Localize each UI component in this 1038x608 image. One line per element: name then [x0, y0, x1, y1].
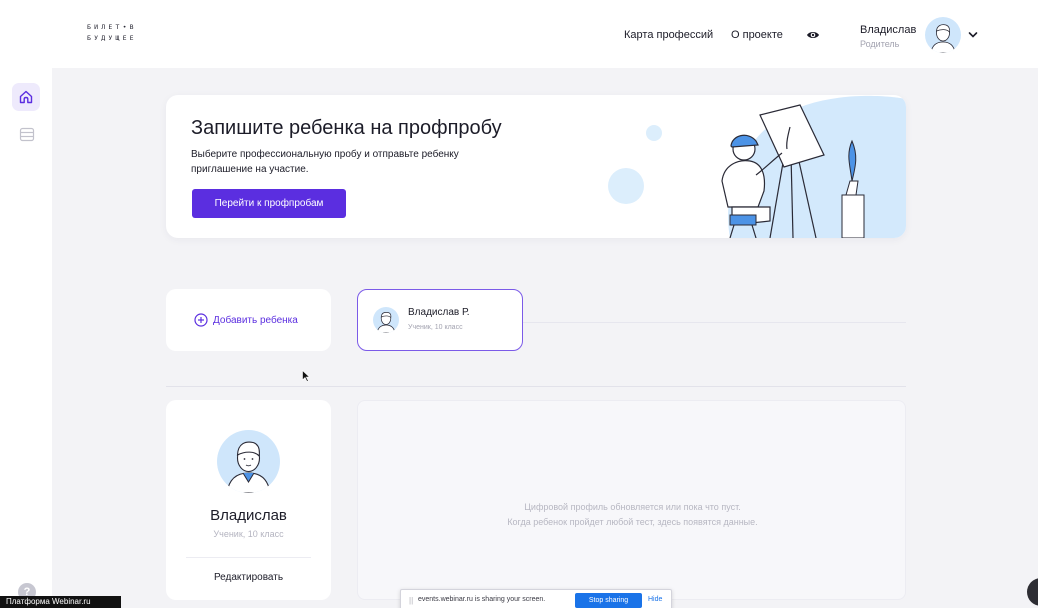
rail-home-button[interactable]: [12, 83, 40, 111]
child-profile-card: Владислав Ученик, 10 класс Редактировать: [166, 400, 331, 600]
child-name: Владислав Р.: [408, 307, 470, 318]
corner-floating-button[interactable]: [1027, 578, 1038, 606]
profile-grade: Ученик, 10 класс: [213, 529, 284, 539]
digital-profile-empty-line-2: Когда ребенок пройдет любой тест, здесь …: [507, 517, 758, 527]
left-rail: [0, 68, 52, 608]
plus-circle-icon: [194, 313, 208, 327]
nav-link-about[interactable]: О проекте: [731, 29, 783, 41]
stop-sharing-button[interactable]: Stop sharing: [575, 593, 642, 608]
calendar-icon[interactable]: [19, 126, 35, 142]
nav-link-professions-map[interactable]: Карта профессий: [624, 29, 713, 41]
logo[interactable]: БИЛЕТ•В БУДУЩЕЕ: [87, 22, 137, 44]
section-divider: [166, 386, 906, 387]
decor-circle-small: [646, 125, 662, 141]
user-name[interactable]: Владислав: [860, 24, 916, 36]
painter-illustration: [721, 95, 906, 238]
child-grade: Ученик, 10 класс: [408, 324, 463, 331]
profile-avatar: [217, 430, 280, 493]
sharing-status-text: events.webinar.ru is sharing your screen…: [418, 596, 546, 603]
banner-description: Выберите профессиональную пробу и отправ…: [191, 149, 459, 175]
go-to-profproby-button[interactable]: Перейти к профпробам: [192, 189, 346, 218]
children-row-divider: [523, 322, 906, 323]
profproba-banner: Запишите ребенка на профпробу Выберите п…: [166, 95, 906, 238]
user-avatar[interactable]: [925, 17, 961, 53]
logo-line-1: БИЛЕТ•В: [87, 23, 137, 31]
logo-line-2: БУДУЩЕЕ: [87, 34, 137, 42]
edit-profile-button[interactable]: Редактировать: [166, 572, 331, 583]
chevron-down-icon[interactable]: [968, 31, 978, 39]
child-avatar-illustration: [376, 312, 396, 333]
mouse-cursor-icon: [302, 370, 310, 382]
eye-icon[interactable]: [806, 28, 820, 42]
screen-sharing-bar: || events.webinar.ru is sharing your scr…: [400, 589, 672, 608]
child-avatar: [373, 307, 399, 333]
profile-name: Владислав: [210, 507, 287, 524]
digital-profile-panel: Цифровой профиль обновляется или пока чт…: [357, 400, 906, 600]
hide-sharing-bar-button[interactable]: Hide: [648, 596, 662, 603]
top-bar: БИЛЕТ•В БУДУЩЕЕ Карта профессий О проект…: [0, 0, 1038, 68]
user-role: Родитель: [860, 39, 900, 49]
digital-profile-empty-line-1: Цифровой профиль обновляется или пока чт…: [524, 502, 741, 512]
banner-title: Запишите ребенка на профпробу: [191, 117, 502, 139]
add-child-label: Добавить ребенка: [213, 315, 298, 326]
user-avatar-illustration: [930, 24, 956, 53]
child-card-selected[interactable]: Владислав Р. Ученик, 10 класс: [357, 289, 523, 351]
webinar-platform-label: Платформа Webinar.ru: [0, 596, 121, 608]
drag-handle-icon[interactable]: ||: [409, 596, 413, 605]
home-icon: [19, 90, 33, 104]
profile-avatar-illustration: [226, 441, 271, 493]
profile-divider: [186, 557, 311, 558]
add-child-button[interactable]: Добавить ребенка: [166, 289, 331, 351]
decor-circle-large: [608, 168, 644, 204]
